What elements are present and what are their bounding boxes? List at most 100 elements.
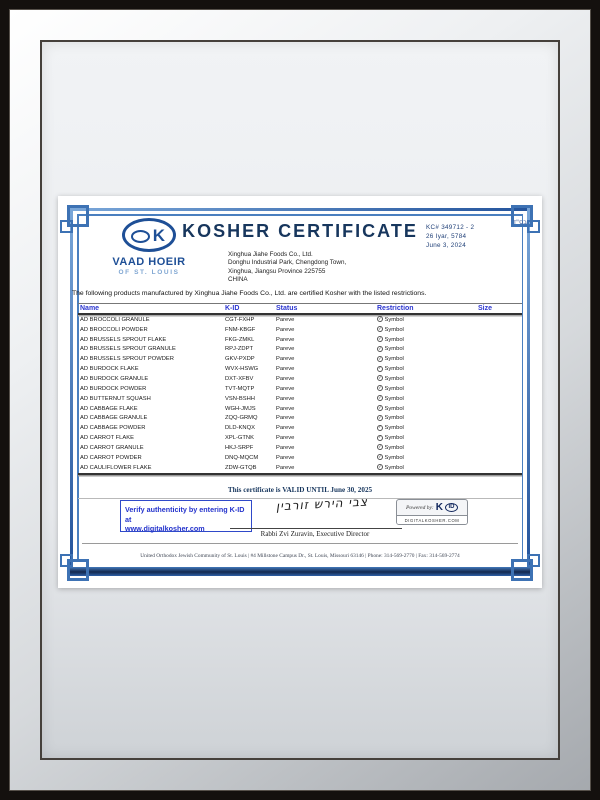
cell-restriction-label: Symbol: [385, 406, 404, 412]
cell-restriction: ✓ Symbol: [377, 455, 478, 461]
issue-date: June 3, 2024: [426, 241, 530, 250]
cell-restriction: ✓ Symbol: [377, 366, 478, 372]
rabbi-signature-script: צבי הירש זורבין: [253, 493, 392, 514]
cell-status: Pareve: [276, 386, 377, 392]
cell-restriction-label: Symbol: [385, 346, 404, 352]
verify-text: Verify authenticity by entering K-ID at: [125, 505, 244, 524]
check-icon: ✓: [377, 395, 383, 401]
cell-restriction-label: Symbol: [385, 356, 404, 362]
cell-kid: DXT-XFBV: [225, 376, 276, 382]
kid-powered-badge: Powered by: K ID DIGITALKOSHER.COM: [396, 499, 468, 525]
cell-name: AD BRUSSELS SPROUT GRANULE: [78, 346, 225, 352]
table-row: AD CARROT FLAKE XPL-GTNK Pareve ✓ Symbol: [78, 433, 522, 443]
product-rows: AD BROCCOLI GRANULE CGT-FXHP Pareve ✓ Sy…: [78, 315, 522, 475]
cell-restriction: ✓ Symbol: [377, 317, 478, 323]
header-kid: K-ID: [225, 305, 276, 312]
cell-restriction: ✓ Symbol: [377, 386, 478, 392]
table-row: AD CABBAGE FLAKE WGH-JMJS Pareve ✓ Symbo…: [78, 404, 522, 414]
cell-status: Pareve: [276, 425, 377, 431]
table-row: AD CARROT GRANULE HKJ-SRPF Pareve ✓ Symb…: [78, 443, 522, 453]
cell-kid: DNQ-MQCM: [225, 455, 276, 461]
corner-knot: [60, 554, 73, 567]
cell-restriction-label: Symbol: [385, 376, 404, 382]
table-row: AD BUTTERNUT SQUASH VSN-BSHH Pareve ✓ Sy…: [78, 394, 522, 404]
powered-by-label: Powered by:: [406, 505, 434, 511]
table-row: AD BURDOCK POWDER TVT-MQTP Pareve ✓ Symb…: [78, 384, 522, 394]
check-icon: ✓: [377, 454, 383, 460]
product-table: Name K-ID Status Restriction Size AD BRO…: [78, 303, 522, 475]
cell-restriction-label: Symbol: [385, 317, 404, 323]
cell-status: Pareve: [276, 445, 377, 451]
table-row: AD CABBAGE GRANULE ZQQ-GRMQ Pareve ✓ Sym…: [78, 413, 522, 423]
check-icon: ✓: [377, 356, 383, 362]
cell-kid: HKJ-SRPF: [225, 445, 276, 451]
cell-restriction: ✓ Symbol: [377, 406, 478, 412]
cell-name: AD CABBAGE FLAKE: [78, 406, 225, 412]
cell-restriction: ✓ Symbol: [377, 356, 478, 362]
cell-kid: DLD-KNQX: [225, 425, 276, 431]
table-row: AD BURDOCK FLAKE WVX-HSWG Pareve ✓ Symbo…: [78, 364, 522, 374]
table-row: AD BURDOCK GRANULE DXT-XFBV Pareve ✓ Sym…: [78, 374, 522, 384]
cell-status: Pareve: [276, 356, 377, 362]
cell-restriction-label: Symbol: [385, 327, 404, 333]
cell-restriction-label: Symbol: [385, 396, 404, 402]
table-row: AD BROCCOLI GRANULE CGT-FXHP Pareve ✓ Sy…: [78, 315, 522, 325]
certificate-number: KC# 349712 - 2: [426, 223, 530, 232]
cell-kid: WGH-JMJS: [225, 406, 276, 412]
cell-status: Pareve: [276, 406, 377, 412]
check-icon: ✓: [377, 385, 383, 391]
signature-line: [230, 528, 402, 529]
cell-restriction: ✓ Symbol: [377, 415, 478, 421]
table-row: AD CAULIFLOWER FLAKE ZDW-GTQB Pareve ✓ S…: [78, 463, 522, 473]
cell-status: Pareve: [276, 396, 377, 402]
cell-restriction-label: Symbol: [385, 445, 404, 451]
badge-top: Powered by: K ID: [397, 500, 467, 515]
table-row: AD BROCCOLI POWDER FNM-KBGF Pareve ✓ Sym…: [78, 325, 522, 335]
org-name: VAAD HOEIR: [104, 256, 194, 268]
valid-until-line: This certificate is VALID UNTIL June 30,…: [58, 486, 542, 494]
table-header: Name K-ID Status Restriction Size: [78, 303, 522, 315]
check-icon: ✓: [377, 444, 383, 450]
cell-status: Pareve: [276, 415, 377, 421]
border-top-line: [70, 208, 530, 211]
cell-kid: WVX-HSWG: [225, 366, 276, 372]
check-icon: ✓: [377, 346, 383, 352]
check-icon: ✓: [377, 425, 383, 431]
badge-domain: DIGITALKOSHER.COM: [397, 515, 467, 524]
kid-logo-id-icon: ID: [445, 503, 458, 512]
cell-restriction: ✓ Symbol: [377, 465, 478, 471]
cell-name: AD BROCCOLI GRANULE: [78, 317, 225, 323]
cell-kid: FKG-ZMKL: [225, 337, 276, 343]
check-icon: ✓: [377, 415, 383, 421]
cell-name: AD BUTTERNUT SQUASH: [78, 396, 225, 402]
cell-restriction-label: Symbol: [385, 465, 404, 471]
cell-kid: VSN-BSHH: [225, 396, 276, 402]
cell-restriction: ✓ Symbol: [377, 425, 478, 431]
check-icon: ✓: [377, 464, 383, 470]
cell-status: Pareve: [276, 435, 377, 441]
cell-restriction-label: Symbol: [385, 337, 404, 343]
company-address: Xinghua Jiahe Foods Co., Ltd. Donghu Ind…: [228, 251, 346, 284]
cell-name: AD CABBAGE POWDER: [78, 425, 225, 431]
check-icon: ✓: [377, 405, 383, 411]
cell-restriction-label: Symbol: [385, 366, 404, 372]
check-icon: ✓: [377, 435, 383, 441]
kid-logo-k: K: [436, 503, 443, 512]
cell-restriction: ✓ Symbol: [377, 396, 478, 402]
cell-restriction: ✓ Symbol: [377, 445, 478, 451]
cell-status: Pareve: [276, 366, 377, 372]
cell-status: Pareve: [276, 455, 377, 461]
cell-restriction: ✓ Symbol: [377, 376, 478, 382]
table-row: AD BRUSSELS SPROUT GRANULE RPJ-ZDPT Pare…: [78, 345, 522, 355]
border-bottom-band: [70, 567, 530, 576]
cell-restriction: ✓ Symbol: [377, 327, 478, 333]
header-restriction: Restriction: [377, 305, 478, 312]
cell-name: AD CARROT GRANULE: [78, 445, 225, 451]
check-icon: ✓: [377, 375, 383, 381]
cell-kid: FNM-KBGF: [225, 327, 276, 333]
cell-name: AD BURDOCK GRANULE: [78, 376, 225, 382]
border-top-inner-line: [77, 214, 523, 216]
company-line2: Donghu Industrial Park, Chengdong Town,: [228, 259, 346, 267]
table-row: AD BRUSSELS SPROUT POWDER GKV-PXDP Parev…: [78, 354, 522, 364]
cell-kid: XPL-GTNK: [225, 435, 276, 441]
